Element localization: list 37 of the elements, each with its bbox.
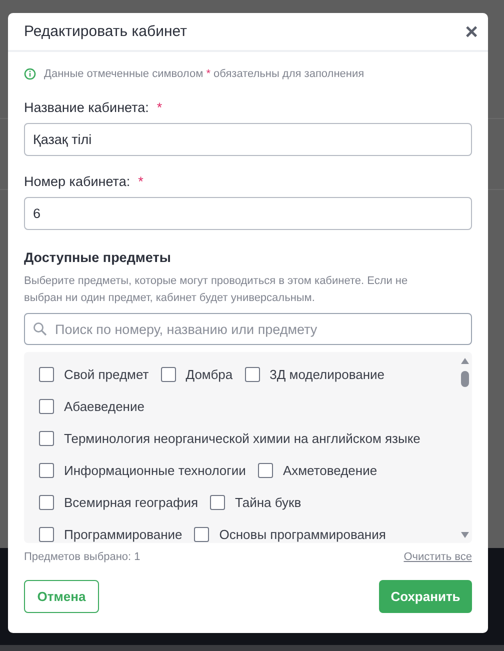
selected-count: Предметов выбрано: 1 xyxy=(24,551,140,563)
subject-label: Основы программирования xyxy=(219,526,386,542)
subject-label: Тайна букв xyxy=(235,494,302,510)
subject-label: Домбра xyxy=(186,366,233,382)
section-description: Выберите предметы, которые могут проводиться в этом кабинете. Если не выбран ни один предмет, кабинет будет универсальным. xyxy=(24,274,409,306)
text-field[interactable]: Қазақ тілі xyxy=(24,123,472,156)
subject-label: Ахметоведение xyxy=(282,462,378,478)
required-notice: Данные отмеченные символом * обязательны для заполнения xyxy=(44,68,364,80)
checkbox[interactable] xyxy=(39,398,54,414)
subject-label: 3Д моделирование xyxy=(270,366,385,382)
subject-label: Всемирная география xyxy=(64,494,198,510)
search-field[interactable]: Поиск по номеру, названию или предмету xyxy=(24,313,472,345)
checkbox[interactable] xyxy=(39,430,54,446)
checkbox[interactable] xyxy=(39,494,54,510)
checkbox[interactable] xyxy=(244,366,260,382)
checkbox[interactable] xyxy=(39,366,54,382)
checkbox[interactable] xyxy=(160,366,176,382)
checkbox[interactable] xyxy=(39,462,54,478)
subject-label: Информационные технологии xyxy=(64,462,246,478)
clear-all-link[interactable]: Очистить все xyxy=(404,551,472,563)
required-mark: * xyxy=(156,100,162,115)
close-button[interactable]: × xyxy=(465,20,478,42)
subject-label: Абаеведение xyxy=(64,398,144,414)
checkbox[interactable] xyxy=(210,494,226,510)
dialog-title: Редактировать кабинет xyxy=(24,23,187,40)
checkbox[interactable] xyxy=(194,526,210,542)
checkbox[interactable] xyxy=(258,462,273,478)
field-label: Название кабинета: xyxy=(24,100,149,115)
subject-label: Свой предмет xyxy=(64,366,149,382)
text-field[interactable]: 6 xyxy=(24,197,472,230)
required-mark: * xyxy=(138,174,144,189)
subject-label: Программирование xyxy=(64,526,182,542)
section-heading: Доступные предметы xyxy=(24,250,172,265)
field-label: Номер кабинета: xyxy=(24,174,130,189)
checkbox[interactable] xyxy=(39,526,54,542)
info-icon xyxy=(24,68,36,80)
subject-label: Терминология неорганической химии на английском языке xyxy=(64,430,420,446)
